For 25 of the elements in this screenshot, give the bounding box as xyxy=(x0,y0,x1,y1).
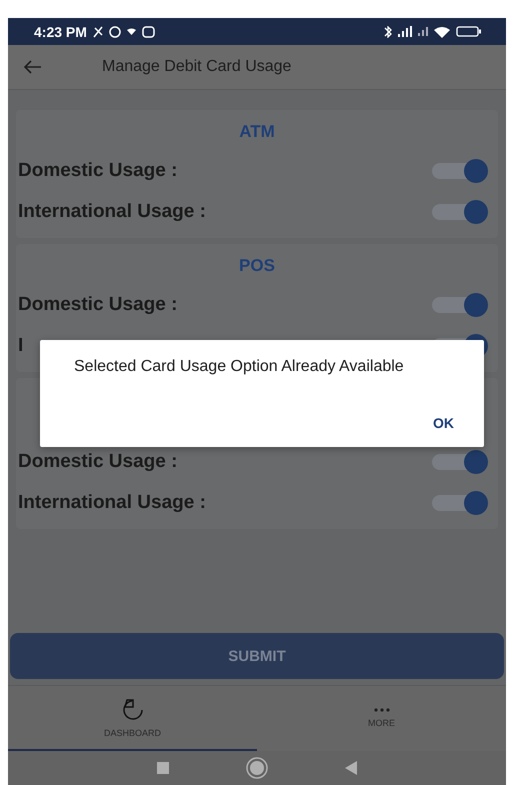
back-arrow-icon[interactable] xyxy=(24,60,42,74)
wifi-icon xyxy=(434,26,450,38)
wifi-small-icon xyxy=(126,28,136,35)
nav-tab[interactable]: MORE xyxy=(257,686,506,751)
screen-title: Manage Debit Card Usage xyxy=(102,58,292,76)
square-icon[interactable] xyxy=(156,762,169,774)
signal-icon xyxy=(418,27,428,36)
signal-icon xyxy=(398,26,412,37)
back-triangle-icon[interactable] xyxy=(345,761,358,775)
usage-label: Domestic Usage : xyxy=(18,160,178,182)
usage-label: Domestic Usage : xyxy=(18,450,178,472)
usage-label: I xyxy=(18,334,24,356)
submit-button[interactable]: SUBMIT xyxy=(10,633,504,679)
ok-button[interactable]: OK xyxy=(427,409,460,437)
bluetooth-icon xyxy=(384,26,392,38)
battery-icon xyxy=(456,26,482,37)
home-circle-icon[interactable] xyxy=(246,757,268,779)
usage-label: International Usage : xyxy=(18,492,206,514)
usage-label: Domestic Usage : xyxy=(18,294,178,316)
more-icon xyxy=(374,708,390,712)
section-title: POS xyxy=(239,256,275,276)
status-time: 4:23 PM xyxy=(34,24,87,40)
dialog-message: Selected Card Usage Option Already Available xyxy=(74,358,404,375)
usage-label: International Usage : xyxy=(18,200,206,222)
section-title: ATM xyxy=(239,122,275,142)
